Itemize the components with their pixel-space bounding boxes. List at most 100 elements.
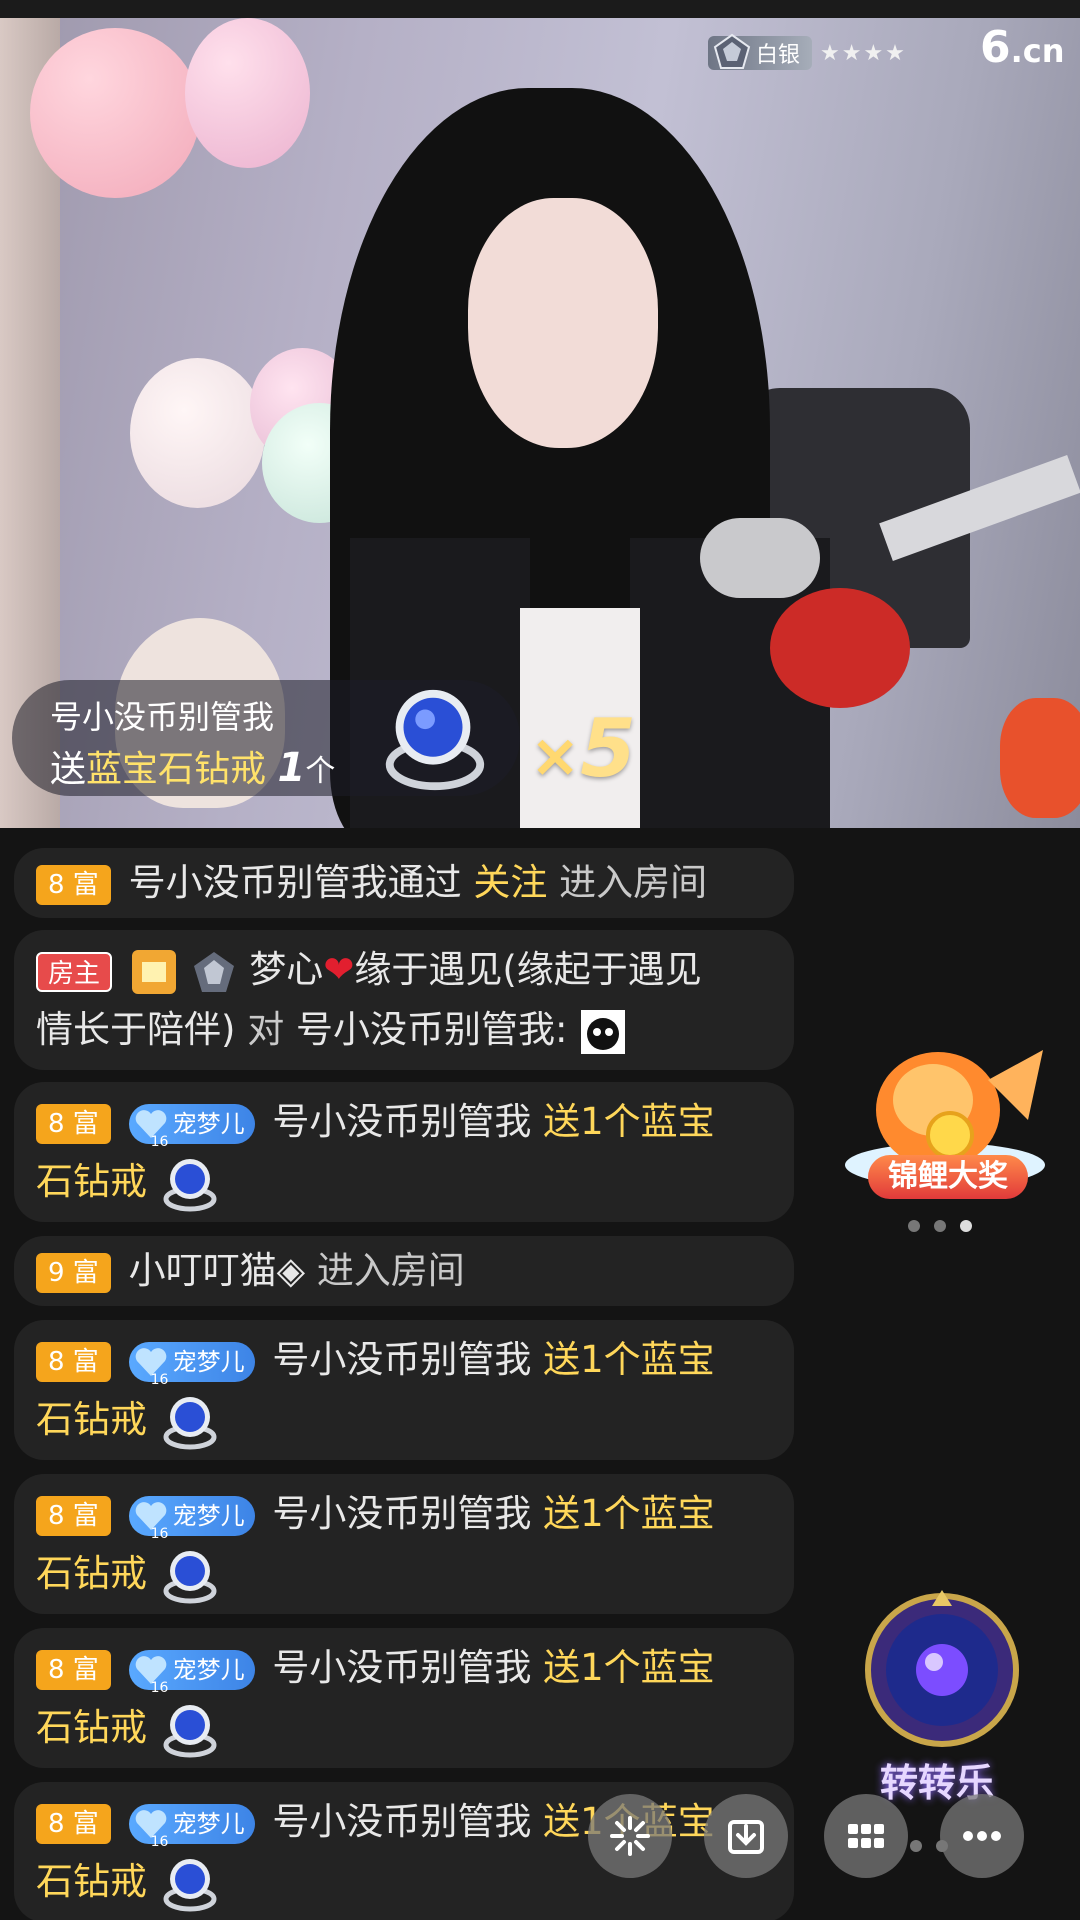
koi-prize-label[interactable]: 锦鲤大奖 bbox=[868, 1155, 1028, 1199]
fan-name: 宠梦儿 bbox=[172, 1109, 245, 1138]
fan-level: 16 bbox=[150, 1371, 169, 1388]
combo-x: × bbox=[530, 721, 581, 791]
fan-club-badge: 16 宠梦儿 bbox=[128, 1495, 255, 1542]
sapphire-ring-icon bbox=[385, 689, 485, 791]
gift-text: 送1个蓝宝 bbox=[543, 1338, 715, 1381]
chat-message: 8 富 16宠梦儿 号小没币别管我 送1个蓝宝 石钻戒 bbox=[14, 1474, 794, 1614]
wealth-level-badge: 8 富 bbox=[36, 1495, 111, 1536]
more-icon bbox=[963, 1831, 1001, 1841]
pager-dot bbox=[934, 1220, 946, 1232]
rank-gem-icon bbox=[713, 33, 751, 69]
gold-medal-icon bbox=[131, 949, 176, 994]
banner-pager bbox=[908, 1220, 972, 1232]
wheel-pager bbox=[910, 1840, 948, 1852]
chat-action: 关注 bbox=[473, 861, 548, 904]
gift-text: 石钻戒 bbox=[36, 1552, 147, 1595]
flower-decor bbox=[1000, 698, 1080, 818]
rank-stars: ★★★★ bbox=[820, 40, 907, 66]
download-button[interactable] bbox=[704, 1794, 788, 1878]
chat-user[interactable]: 梦心 bbox=[249, 948, 323, 991]
chat-message: 8 富 16宠梦儿 号小没币别管我 送1个蓝宝 石钻戒 bbox=[14, 1320, 794, 1460]
diamond-rank-icon bbox=[193, 951, 234, 992]
download-icon bbox=[728, 1820, 764, 1854]
gift-text: 送1个蓝宝 bbox=[543, 1100, 715, 1143]
fan-club-badge: 16 宠梦儿 bbox=[128, 1341, 255, 1388]
sapphire-ring-icon bbox=[163, 1704, 217, 1757]
spin-wheel-icon[interactable] bbox=[862, 1590, 1022, 1750]
logo-mark: 6 bbox=[980, 22, 1011, 73]
chat-message: 房主 梦心❤缘于遇见(缘起于遇见 情长于陪伴) 对 号小没币别管我: bbox=[14, 930, 794, 1070]
chat-rest: 进入房间 bbox=[559, 861, 708, 904]
chat-text: 缘于遇见(缘起于遇见 bbox=[354, 948, 702, 991]
send-word: 送 bbox=[50, 749, 87, 790]
chat-user[interactable]: 号小没币别管我 bbox=[272, 1492, 531, 1535]
gift-text: 送1个蓝宝 bbox=[543, 1492, 715, 1535]
gift-text: 石钻戒 bbox=[36, 1706, 147, 1749]
fan-name: 宠梦儿 bbox=[172, 1501, 245, 1530]
gift-combo: ×5 bbox=[530, 702, 636, 795]
fan-level: 16 bbox=[150, 1525, 169, 1542]
status-strip bbox=[0, 0, 1080, 18]
streamer-face bbox=[468, 198, 658, 448]
chat-message: 8 富 16宠梦儿 号小没币别管我 送1个蓝宝 石钻戒 bbox=[14, 1082, 794, 1222]
fan-name: 宠梦儿 bbox=[172, 1347, 245, 1376]
gift-text: 石钻戒 bbox=[36, 1160, 147, 1203]
fan-level: 16 bbox=[150, 1679, 169, 1696]
chat-target[interactable]: 号小没币别管我: bbox=[296, 1008, 567, 1051]
pager-dot-active bbox=[960, 1220, 972, 1232]
pager-dot bbox=[910, 1840, 922, 1852]
chat-rest: 进入房间 bbox=[316, 1249, 465, 1292]
fan-level: 16 bbox=[150, 1133, 169, 1150]
chat-text: 情长于陪伴) bbox=[36, 1008, 236, 1051]
gift-description: 送蓝宝石钻戒 1个 bbox=[50, 740, 335, 792]
chat-message: 8 富 16宠梦儿 号小没币别管我 送1个蓝宝 石钻戒 bbox=[14, 1782, 794, 1920]
chat-list[interactable]: 8 富 号小没币别管我通过 关注 进入房间 房主 梦心❤缘于遇见(缘起于遇见 情… bbox=[0, 828, 800, 1920]
wealth-level-badge: 8 富 bbox=[36, 1103, 111, 1144]
rank-label: 白银 bbox=[756, 43, 801, 68]
gift-text: 送1个蓝宝 bbox=[543, 1646, 715, 1689]
grid-icon bbox=[848, 1824, 884, 1848]
gift-unit: 个 bbox=[305, 754, 336, 789]
chat-user[interactable]: 号小没币别管我 bbox=[272, 1800, 531, 1843]
chat-to: 对 bbox=[247, 1008, 285, 1051]
wealth-level-badge: 8 富 bbox=[36, 1649, 111, 1690]
fan-name: 宠梦儿 bbox=[172, 1655, 245, 1684]
wealth-level-badge: 8 富 bbox=[36, 864, 111, 905]
wealth-level-badge: 8 富 bbox=[36, 1803, 111, 1844]
logo-suffix: .cn bbox=[1010, 32, 1065, 70]
fan-club-badge: 16 宠梦儿 bbox=[128, 1649, 255, 1696]
chat-user[interactable]: 号小没币别管我 bbox=[272, 1338, 531, 1381]
heart-icon: ❤ bbox=[323, 948, 355, 991]
sparkle-icon bbox=[610, 1816, 650, 1856]
rank-badge: 白银 bbox=[708, 33, 813, 70]
gift-sender: 号小没币别管我 bbox=[50, 698, 275, 736]
gift-count: 1 bbox=[277, 745, 306, 791]
wealth-level-badge: 9 富 bbox=[36, 1252, 111, 1293]
grid-menu-button[interactable] bbox=[824, 1794, 908, 1878]
plush-doll bbox=[770, 588, 910, 708]
wealth-level-badge: 8 富 bbox=[36, 1341, 111, 1382]
sapphire-ring-icon bbox=[163, 1158, 217, 1211]
balloon bbox=[30, 28, 200, 198]
gift-text: 石钻戒 bbox=[36, 1398, 147, 1441]
gift-name: 蓝宝石钻戒 bbox=[86, 749, 267, 790]
chat-user[interactable]: 号小没币别管我通过 bbox=[129, 861, 462, 904]
microphone bbox=[700, 518, 820, 598]
chat-message: 8 富 16宠梦儿 号小没币别管我 送1个蓝宝 石钻戒 bbox=[14, 1628, 794, 1768]
host-badge: 房主 bbox=[36, 951, 113, 992]
fan-level: 16 bbox=[150, 1833, 169, 1850]
site-logo: 6.cn bbox=[980, 22, 1065, 73]
more-button[interactable] bbox=[940, 1794, 1024, 1878]
chat-user[interactable]: 号小没币别管我 bbox=[272, 1646, 531, 1689]
fan-club-badge: 16 宠梦儿 bbox=[128, 1803, 255, 1850]
balloon bbox=[185, 18, 310, 168]
effects-button[interactable] bbox=[588, 1794, 672, 1878]
chat-message: 8 富 号小没币别管我通过 关注 进入房间 bbox=[14, 848, 794, 918]
fan-name: 宠梦儿 bbox=[172, 1809, 245, 1838]
chat-message: 9 富 小叮叮猫◈ 进入房间 bbox=[14, 1236, 794, 1306]
chat-user[interactable]: 号小没币别管我 bbox=[272, 1100, 531, 1143]
gift-text: 石钻戒 bbox=[36, 1860, 147, 1903]
pager-dot bbox=[936, 1840, 948, 1852]
anchor-rank[interactable]: 白银 ★★★★ bbox=[708, 33, 907, 72]
chat-user[interactable]: 小叮叮猫◈ bbox=[129, 1249, 305, 1292]
